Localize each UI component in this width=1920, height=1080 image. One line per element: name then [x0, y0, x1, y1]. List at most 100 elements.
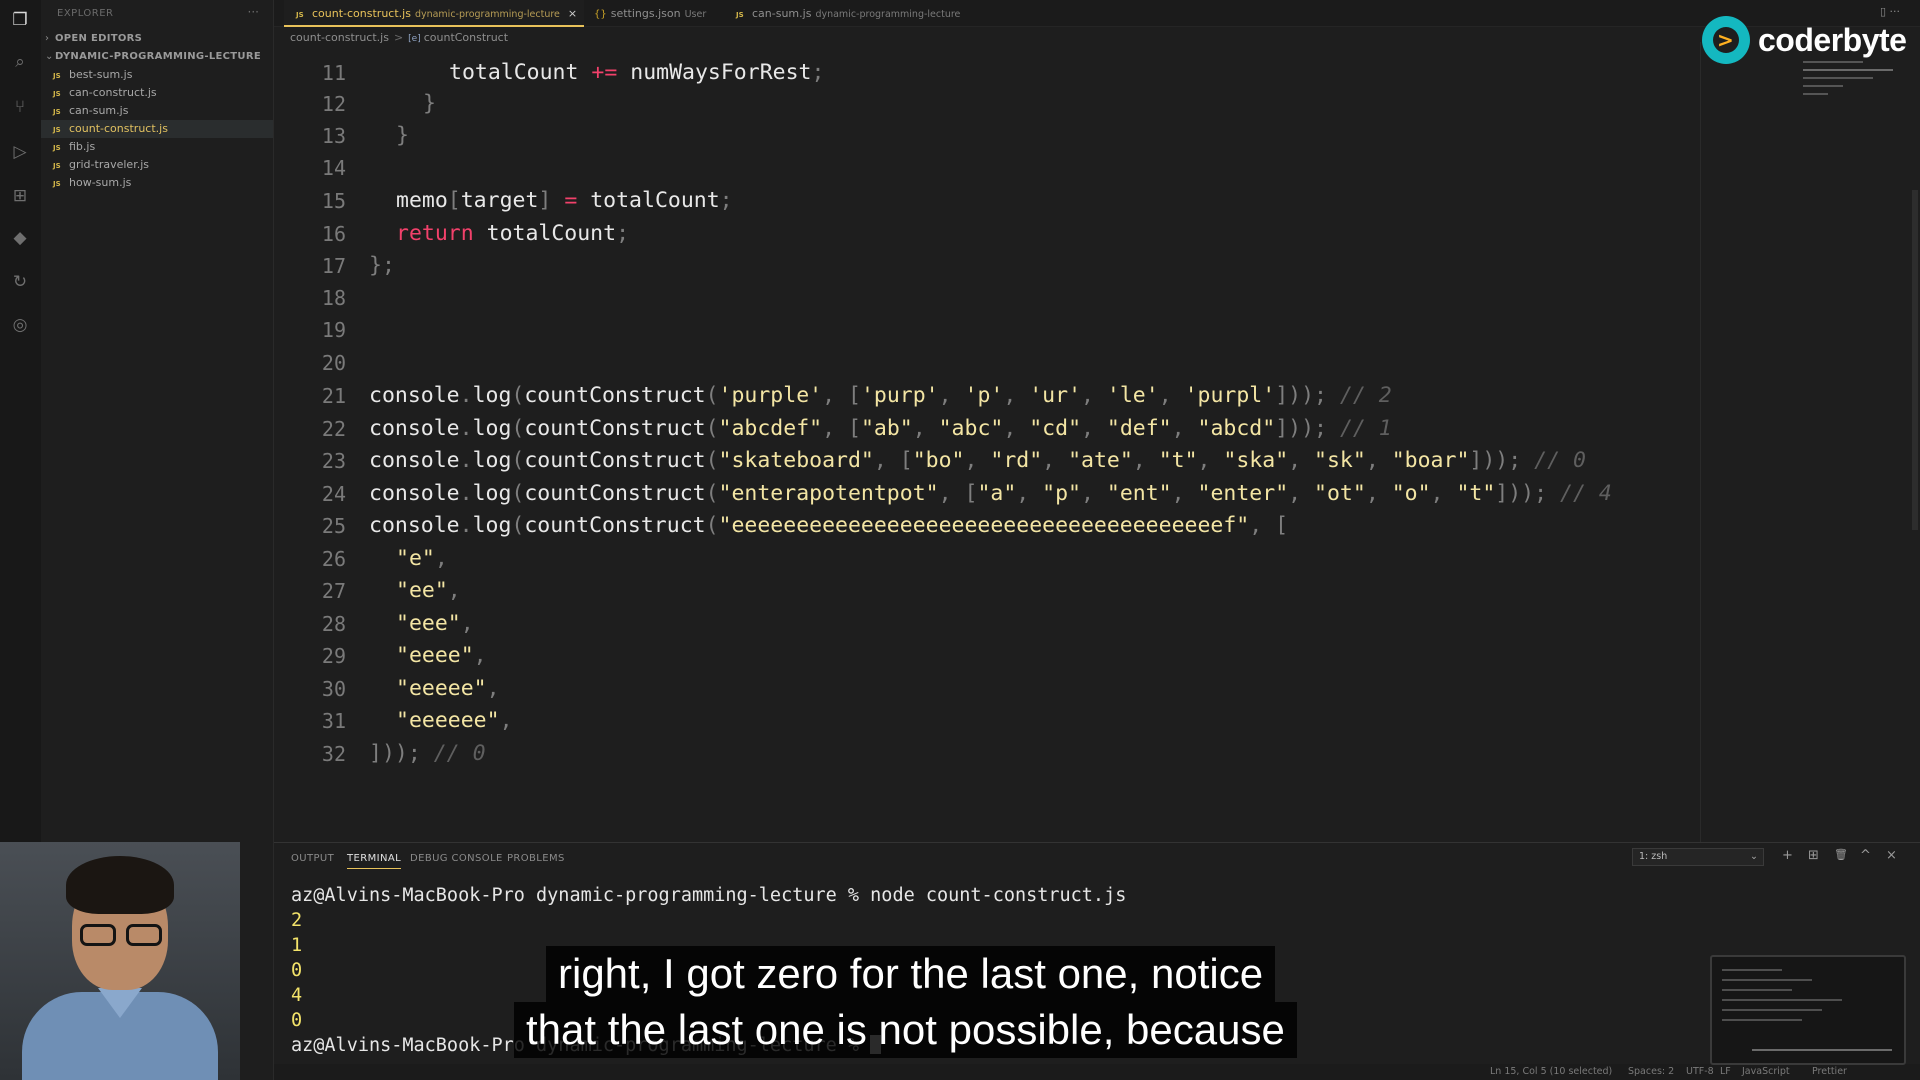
webcam-presenter — [0, 842, 240, 1080]
terminal-command-line: az@Alvins-MacBook-Pro dynamic-programmin… — [291, 885, 1127, 906]
js-file-icon: JS — [296, 11, 304, 19]
minimap[interactable] — [1795, 55, 1905, 115]
explorer-icon[interactable]: ❐ — [8, 8, 32, 32]
terminal-output-line: 0 — [291, 1010, 303, 1031]
tab-label: settings.json — [610, 7, 681, 20]
run-debug-icon[interactable]: ▷ — [8, 140, 32, 164]
maximize-panel-icon[interactable]: ^ — [1860, 848, 1871, 863]
chevron-down-icon: ⌄ — [45, 51, 54, 62]
status-language[interactable]: JavaScript — [1742, 1066, 1790, 1077]
line-number: 28 — [321, 612, 346, 636]
live-share-icon[interactable]: ↻ — [8, 270, 32, 294]
line-number: 32 — [321, 742, 346, 766]
code-text: console.log(countConstruct("eeeeeeeeeeee… — [369, 513, 1289, 538]
close-panel-icon[interactable]: × — [1886, 848, 1897, 863]
terminal-output-line: 0 — [291, 960, 303, 981]
tab-count-construct[interactable]: JS count-construct.js dynamic-programming-… — [284, 0, 584, 27]
file-label: can-construct.js — [69, 86, 157, 99]
presenter-hair — [66, 856, 174, 914]
tab-settings-json[interactable]: {} settings.json User — [582, 0, 724, 27]
terminal-output-line: 2 — [291, 910, 303, 931]
thumb-line — [1722, 1019, 1802, 1021]
terminal-shell-select[interactable]: 1: zsh ⌄ — [1632, 848, 1764, 866]
file-grid-traveler[interactable]: JS grid-traveler.js — [41, 156, 273, 174]
line-number: 13 — [321, 124, 346, 148]
file-count-construct[interactable]: JS count-construct.js — [41, 120, 273, 138]
code-text: console.log(countConstruct("enterapotent… — [369, 481, 1612, 506]
tab-problems[interactable]: PROBLEMS — [507, 853, 565, 864]
status-encoding[interactable]: UTF-8 — [1686, 1066, 1714, 1077]
line-number: 26 — [321, 547, 346, 571]
js-file-icon: JS — [53, 72, 61, 80]
code-text: } — [423, 91, 436, 116]
source-control-icon[interactable]: ⑂ — [8, 95, 32, 119]
line-number: 30 — [321, 677, 346, 701]
file-fib[interactable]: JS fib.js — [41, 138, 273, 156]
thumb-line — [1722, 989, 1792, 991]
file-can-construct[interactable]: JS can-construct.js — [41, 84, 273, 102]
subtitle-line-2: that the last one is not possible, becau… — [514, 1002, 1297, 1058]
code-text: console.log(countConstruct('purple', ['p… — [369, 383, 1392, 408]
remote-icon[interactable]: ◎ — [8, 313, 32, 337]
status-prettier[interactable]: Prettier — [1812, 1066, 1847, 1077]
tab-terminal[interactable]: TERMINAL — [347, 853, 402, 869]
trash-icon[interactable]: 🗑 — [1834, 848, 1848, 861]
file-how-sum[interactable]: JS how-sum.js — [41, 174, 273, 192]
line-number: 12 — [321, 92, 346, 116]
file-label: fib.js — [69, 140, 96, 153]
open-editors-label: OPEN EDITORS — [55, 33, 143, 44]
chevron-down-icon: ⌄ — [1750, 851, 1758, 862]
explorer-title: EXPLORER — [57, 8, 114, 19]
editor-scrollbar[interactable] — [1912, 190, 1918, 530]
line-number: 16 — [321, 222, 346, 246]
presenter-glasses — [80, 924, 164, 946]
docker-icon[interactable]: ◆ — [8, 226, 32, 250]
file-label: count-construct.js — [69, 122, 168, 135]
thumb-line — [1752, 1049, 1892, 1051]
minimap-divider — [1700, 42, 1701, 842]
extensions-icon[interactable]: ⊞ — [8, 184, 32, 208]
open-editors-section[interactable]: › OPEN EDITORS — [45, 33, 142, 44]
new-terminal-icon[interactable]: + — [1782, 848, 1793, 863]
tab-can-sum[interactable]: JS can-sum.js dynamic-programming-lecture — [724, 0, 964, 27]
file-label: best-sum.js — [69, 68, 133, 81]
code-editor[interactable]: 11 totalCount += numWaysForRest; 12} 13} … — [274, 42, 1700, 842]
line-number: 29 — [321, 644, 346, 668]
logo-text: coderbyte — [1758, 21, 1907, 58]
status-eol[interactable]: LF — [1720, 1066, 1731, 1077]
line-number: 25 — [321, 514, 346, 538]
split-terminal-icon[interactable]: ⊞ — [1808, 848, 1819, 863]
code-text: return totalCount; — [396, 221, 630, 246]
line-number: 14 — [321, 156, 346, 180]
js-file-icon: JS — [736, 11, 744, 19]
tab-output[interactable]: OUTPUT — [291, 853, 334, 864]
js-file-icon: JS — [53, 126, 61, 134]
more-actions-icon[interactable]: ··· — [248, 5, 259, 19]
line-number: 24 — [321, 482, 346, 506]
close-icon[interactable]: × — [568, 7, 577, 20]
search-icon[interactable]: ⌕ — [8, 50, 32, 74]
code-text: "eeee", — [396, 643, 487, 668]
tab-label: count-construct.js — [312, 7, 411, 20]
file-best-sum[interactable]: JS best-sum.js — [41, 66, 273, 84]
json-file-icon: {} — [594, 9, 607, 20]
code-text: "eeeeee", — [396, 708, 513, 733]
terminal-output-line: 4 — [291, 985, 303, 1006]
tab-debug-console[interactable]: DEBUG CONSOLE — [410, 853, 503, 864]
thumb-line — [1722, 979, 1812, 981]
code-text: "ee", — [396, 578, 461, 603]
file-can-sum[interactable]: JS can-sum.js — [41, 102, 273, 120]
js-file-icon: JS — [53, 90, 61, 98]
status-indentation[interactable]: Spaces: 2 — [1628, 1066, 1674, 1077]
subtitle-line-1: right, I got zero for the last one, noti… — [546, 946, 1276, 1002]
terminal-output-line: 1 — [291, 935, 303, 956]
project-folder[interactable]: ⌄DYNAMIC-PROGRAMMING-LECTURE — [45, 51, 261, 62]
js-file-icon: JS — [53, 180, 61, 188]
chevron-right-icon: › — [45, 33, 50, 44]
coderbyte-logo-icon: > — [1702, 16, 1750, 64]
code-text: console.log(countConstruct("skateboard",… — [369, 448, 1586, 473]
code-text: memo[target] = totalCount; — [396, 188, 733, 213]
status-cursor-position[interactable]: Ln 15, Col 5 (10 selected) — [1490, 1066, 1612, 1077]
code-text: }; — [369, 253, 395, 278]
code-text: } — [396, 123, 409, 148]
